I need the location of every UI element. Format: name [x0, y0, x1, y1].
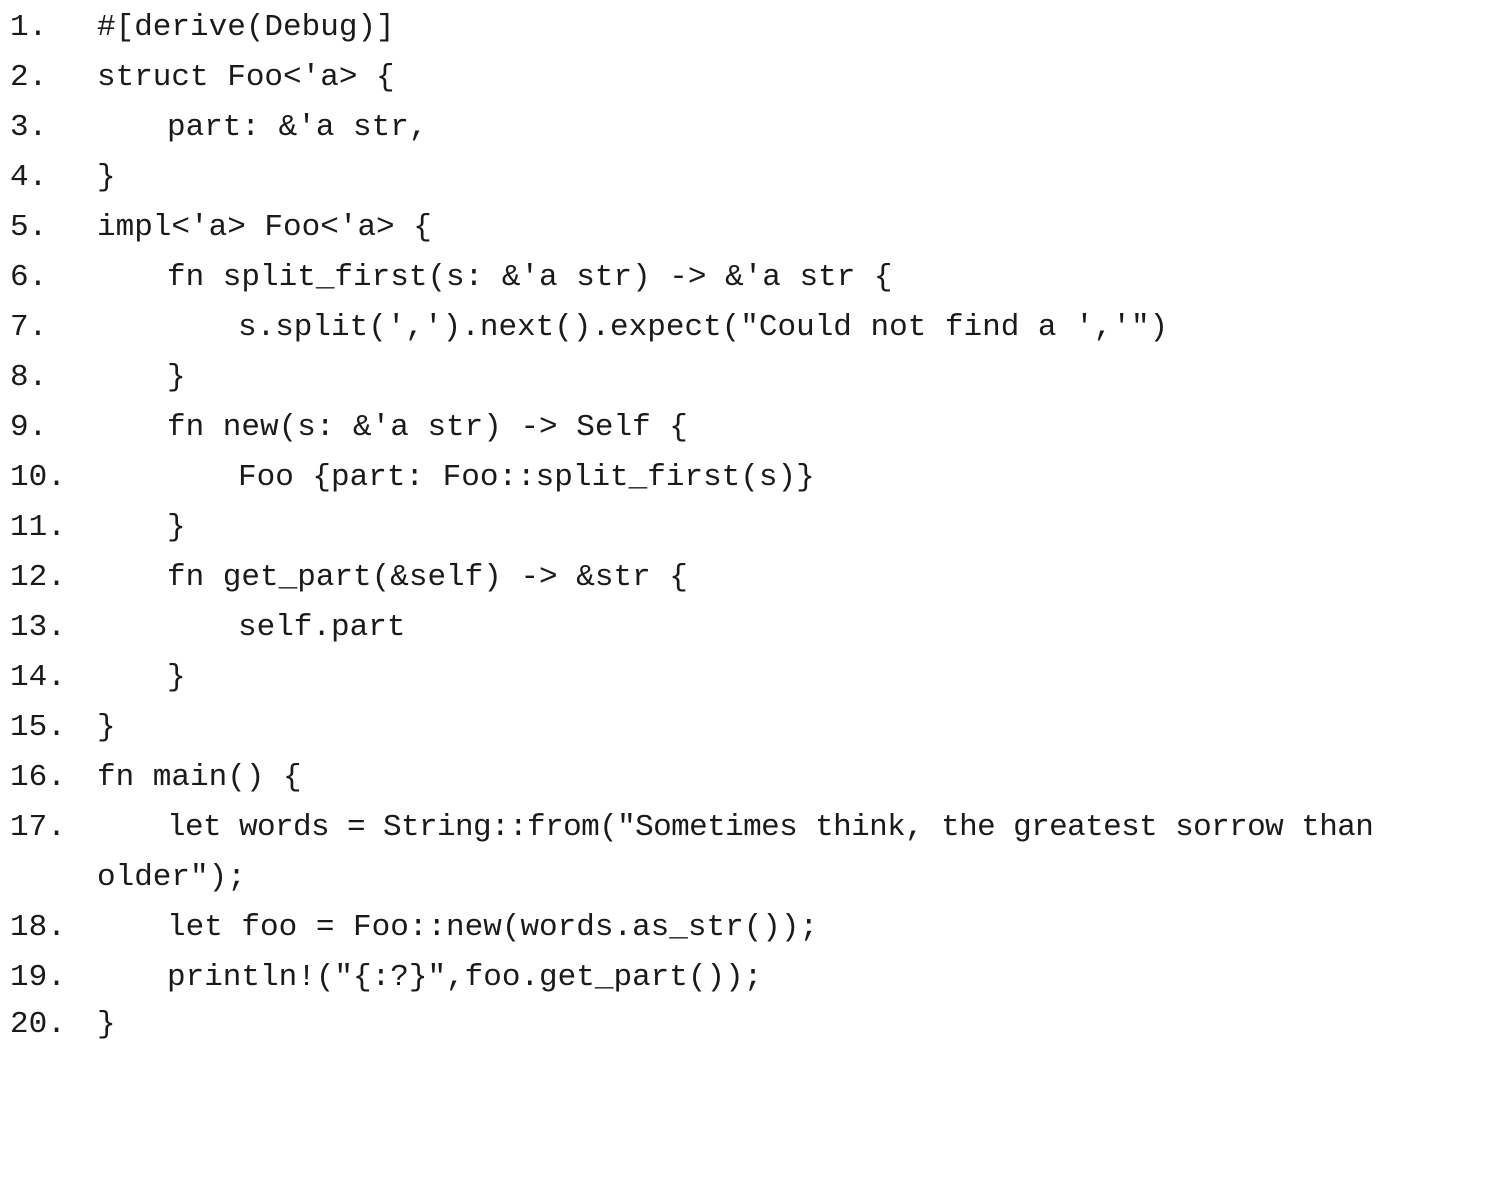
line-code: struct Foo<'a> { — [97, 60, 395, 95]
code-line-9: 9. fn new(s: &'a str) -> Self { — [0, 403, 688, 453]
line-number: 1. — [10, 10, 48, 45]
code-line-13: 13. self.part — [0, 603, 405, 653]
code-line-7: 7. s.split(',').next().expect("Could not… — [0, 303, 1168, 353]
line-code: fn main() { — [97, 760, 302, 795]
code-line-19: 19. println!("{:?}",foo.get_part()); — [0, 953, 762, 1003]
code-line-20: 20. } — [0, 1000, 116, 1050]
line-number: 17. — [10, 810, 66, 845]
line-code: let foo = Foo::new(words.as_str()); — [167, 910, 819, 945]
code-line-17: 17. let words = String::from("Sometimes … — [0, 803, 1374, 853]
line-code: impl<'a> Foo<'a> { — [97, 210, 432, 245]
line-number: 20. — [10, 1007, 66, 1042]
line-code: fn new(s: &'a str) -> Self { — [167, 410, 688, 445]
line-code: part: &'a str, — [167, 110, 428, 145]
line-number: 14. — [10, 660, 66, 695]
line-number: 4. — [10, 160, 48, 195]
code-line-8: 8. } — [0, 353, 186, 403]
code-line-2: 2. struct Foo<'a> { — [0, 53, 395, 103]
line-number: 19. — [10, 960, 66, 995]
line-code: println!("{:?}",foo.get_part()); — [167, 960, 763, 995]
line-number: 12. — [10, 560, 66, 595]
line-number: 7. — [10, 310, 48, 345]
line-code: } — [167, 510, 186, 545]
line-code: self.part — [238, 610, 406, 645]
line-number: 3. — [10, 110, 48, 145]
code-line-5: 5. impl<'a> Foo<'a> { — [0, 203, 432, 253]
code-line-16: 16. fn main() { — [0, 753, 302, 803]
line-number: 6. — [10, 260, 48, 295]
code-line-18: 18. let foo = Foo::new(words.as_str()); — [0, 903, 818, 953]
code-line-3: 3. part: &'a str, — [0, 103, 427, 153]
code-line-4: 4. } — [0, 153, 116, 203]
code-line-15: 15. } — [0, 703, 116, 753]
line-code: Foo {part: Foo::split_first(s)} — [238, 460, 815, 495]
code-line-12: 12. fn get_part(&self) -> &str { — [0, 553, 688, 603]
line-code: } — [97, 160, 116, 195]
line-code: fn split_first(s: &'a str) -> &'a str { — [167, 260, 893, 295]
line-number: 5. — [10, 210, 48, 245]
line-code: s.split(',').next().expect("Could not fi… — [238, 310, 1169, 345]
code-line-1: 1. #[derive(Debug)] — [0, 3, 395, 53]
code-line-6: 6. fn split_first(s: &'a str) -> &'a str… — [0, 253, 893, 303]
line-code: let words = String::from("Sometimes thin… — [167, 810, 1374, 845]
code-listing: 1. #[derive(Debug)] 2. struct Foo<'a> { … — [0, 0, 1502, 1051]
code-line-11: 11. } — [0, 503, 186, 553]
line-number: 2. — [10, 60, 48, 95]
line-code: } — [167, 360, 186, 395]
line-code: older"); — [97, 860, 246, 895]
line-code: fn get_part(&self) -> &str { — [167, 560, 688, 595]
code-line-17-continued: older"); — [0, 853, 246, 903]
line-number: 13. — [10, 610, 66, 645]
line-code: } — [97, 1007, 116, 1042]
line-number: 16. — [10, 760, 66, 795]
line-number: 9. — [10, 410, 48, 445]
code-line-10: 10. Foo {part: Foo::split_first(s)} — [0, 453, 815, 503]
line-number: 8. — [10, 360, 48, 395]
line-number: 15. — [10, 710, 66, 745]
line-code: } — [167, 660, 186, 695]
line-code: } — [97, 710, 116, 745]
line-number: 10. — [10, 460, 66, 495]
line-number: 11. — [10, 510, 66, 545]
line-number: 18. — [10, 910, 66, 945]
code-line-14: 14. } — [0, 653, 186, 703]
line-code: #[derive(Debug)] — [97, 10, 395, 45]
